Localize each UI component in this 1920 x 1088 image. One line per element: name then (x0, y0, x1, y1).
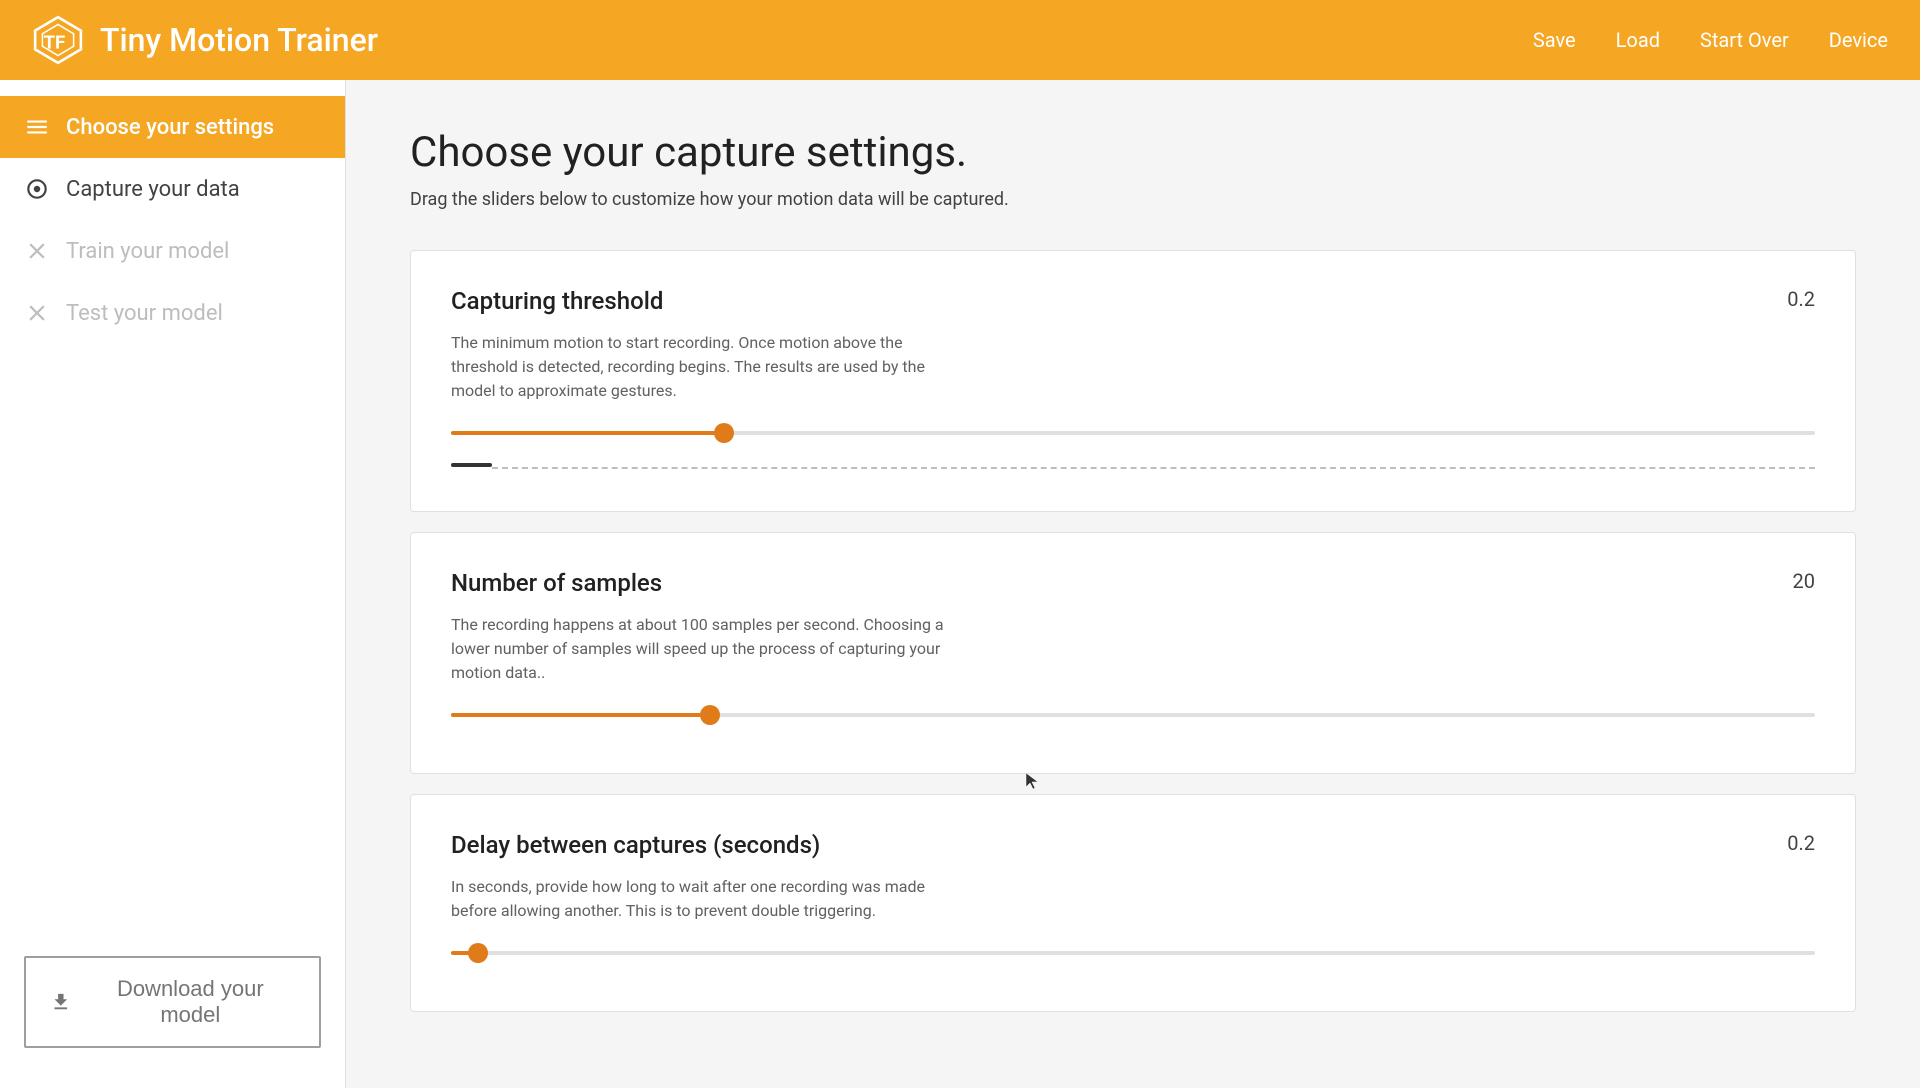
delay-desc: In seconds, provide how long to wait aft… (451, 875, 951, 923)
samples-title: Number of samples (451, 569, 662, 597)
threshold-thumb[interactable] (714, 423, 734, 443)
threshold-dashed-wrapper (451, 463, 1815, 475)
device-link[interactable]: Device (1829, 28, 1888, 52)
capturing-threshold-card: Capturing threshold 0.2 The minimum moti… (410, 250, 1856, 512)
card-header-delay: Delay between captures (seconds) 0.2 (451, 831, 1815, 859)
samples-track (451, 713, 1815, 717)
page-subtitle: Drag the sliders below to customize how … (410, 189, 1856, 210)
threshold-desc: The minimum motion to start recording. O… (451, 331, 951, 403)
sidebar-capture-label: Capture your data (66, 177, 240, 202)
threshold-title: Capturing threshold (451, 287, 663, 315)
samples-desc: The recording happens at about 100 sampl… (451, 613, 951, 685)
save-link[interactable]: Save (1533, 28, 1576, 52)
samples-thumb[interactable] (700, 705, 720, 725)
delay-track (451, 951, 1815, 955)
card-header-samples: Number of samples 20 (451, 569, 1815, 597)
start-over-link[interactable]: Start Over (1700, 28, 1789, 52)
threshold-track-wrapper (451, 431, 1815, 455)
tensorflow-logo: TF (32, 14, 84, 66)
sidebar-settings-label: Choose your settings (66, 115, 274, 140)
download-button[interactable]: Download your model (24, 956, 321, 1048)
delay-value: 0.2 (1775, 831, 1815, 855)
samples-track-wrapper (451, 713, 1815, 737)
threshold-value: 0.2 (1775, 287, 1815, 311)
threshold-track (451, 431, 1815, 435)
samples-slider-row (451, 713, 1815, 737)
capture-icon (24, 176, 50, 202)
download-icon (50, 991, 72, 1013)
train-icon (24, 238, 50, 264)
delay-track-wrapper (451, 951, 1815, 975)
samples-fill (451, 713, 710, 717)
page-title: Choose your capture settings. (410, 128, 1856, 177)
card-header-threshold: Capturing threshold 0.2 (451, 287, 1815, 315)
sidebar-item-capture[interactable]: Capture your data (0, 158, 345, 220)
delay-card: Delay between captures (seconds) 0.2 In … (410, 794, 1856, 1012)
sidebar-test-label: Test your model (66, 301, 223, 326)
main-layout: Choose your settings Capture your data T… (0, 80, 1920, 1088)
samples-card: Number of samples 20 The recording happe… (410, 532, 1856, 774)
threshold-dashed-line (492, 467, 1815, 469)
main-content: Choose your capture settings. Drag the s… (346, 80, 1920, 1088)
samples-value: 20 (1775, 569, 1815, 593)
load-link[interactable]: Load (1616, 28, 1660, 52)
sidebar-item-train: Train your model (0, 220, 345, 282)
threshold-fill (451, 431, 724, 435)
app-header: TF Tiny Motion Trainer Save Load Start O… (0, 0, 1920, 80)
threshold-slider-row (451, 431, 1815, 475)
header-nav: Save Load Start Over Device (1533, 28, 1888, 52)
svg-text:TF: TF (43, 31, 65, 53)
header-left: TF Tiny Motion Trainer (32, 14, 378, 66)
sidebar-item-settings[interactable]: Choose your settings (0, 96, 345, 158)
app-title: Tiny Motion Trainer (100, 21, 378, 59)
download-label: Download your model (86, 976, 295, 1028)
delay-title: Delay between captures (seconds) (451, 831, 820, 859)
sidebar: Choose your settings Capture your data T… (0, 80, 346, 1088)
settings-icon (24, 114, 50, 140)
threshold-dashed-left (451, 463, 492, 467)
delay-slider-row (451, 951, 1815, 975)
sidebar-train-label: Train your model (66, 239, 229, 264)
delay-thumb[interactable] (468, 943, 488, 963)
test-icon (24, 300, 50, 326)
sidebar-item-test: Test your model (0, 282, 345, 344)
